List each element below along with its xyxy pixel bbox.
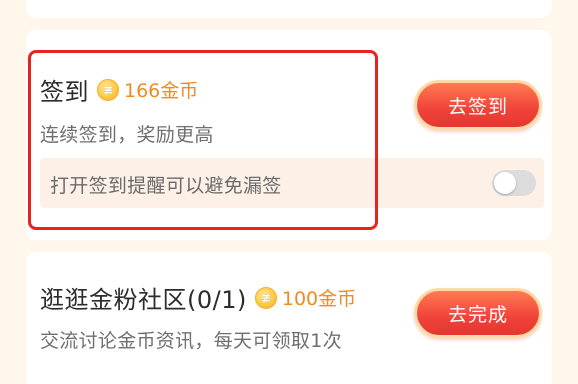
task-description: 交流讨论金币资讯，每天可领取1次: [40, 330, 342, 352]
signin-reminder-toggle[interactable]: [492, 170, 536, 196]
signin-reminder-row: 打开签到提醒可以避免漏签: [40, 158, 544, 208]
toggle-knob: [494, 172, 516, 194]
task-title: 逛逛金粉社区(0/1): [40, 286, 247, 314]
coin-icon: ≢: [97, 78, 119, 101]
signin-title-row: 签到 ≢ 166金币: [40, 72, 198, 107]
previous-task-card: [26, 0, 552, 18]
signin-title: 签到: [40, 78, 89, 106]
coin-icon: ≢: [254, 286, 277, 309]
signin-reminder-text: 打开签到提醒可以避免漏签: [50, 175, 282, 197]
task-reward: 100金币: [281, 288, 357, 310]
signin-description: 连续签到，奖励更高: [40, 124, 214, 146]
task-title-row: 逛逛金粉社区(0/1) ≢ 100金币: [40, 280, 356, 315]
signin-button[interactable]: 去签到: [414, 80, 542, 130]
task-center-screen: 签到 ≢ 166金币 连续签到，奖励更高 去签到 打开签到提醒可以避免漏签 逛逛…: [0, 0, 578, 384]
signin-reward: 166金币: [124, 80, 199, 102]
task-complete-button[interactable]: 去完成: [414, 288, 542, 338]
